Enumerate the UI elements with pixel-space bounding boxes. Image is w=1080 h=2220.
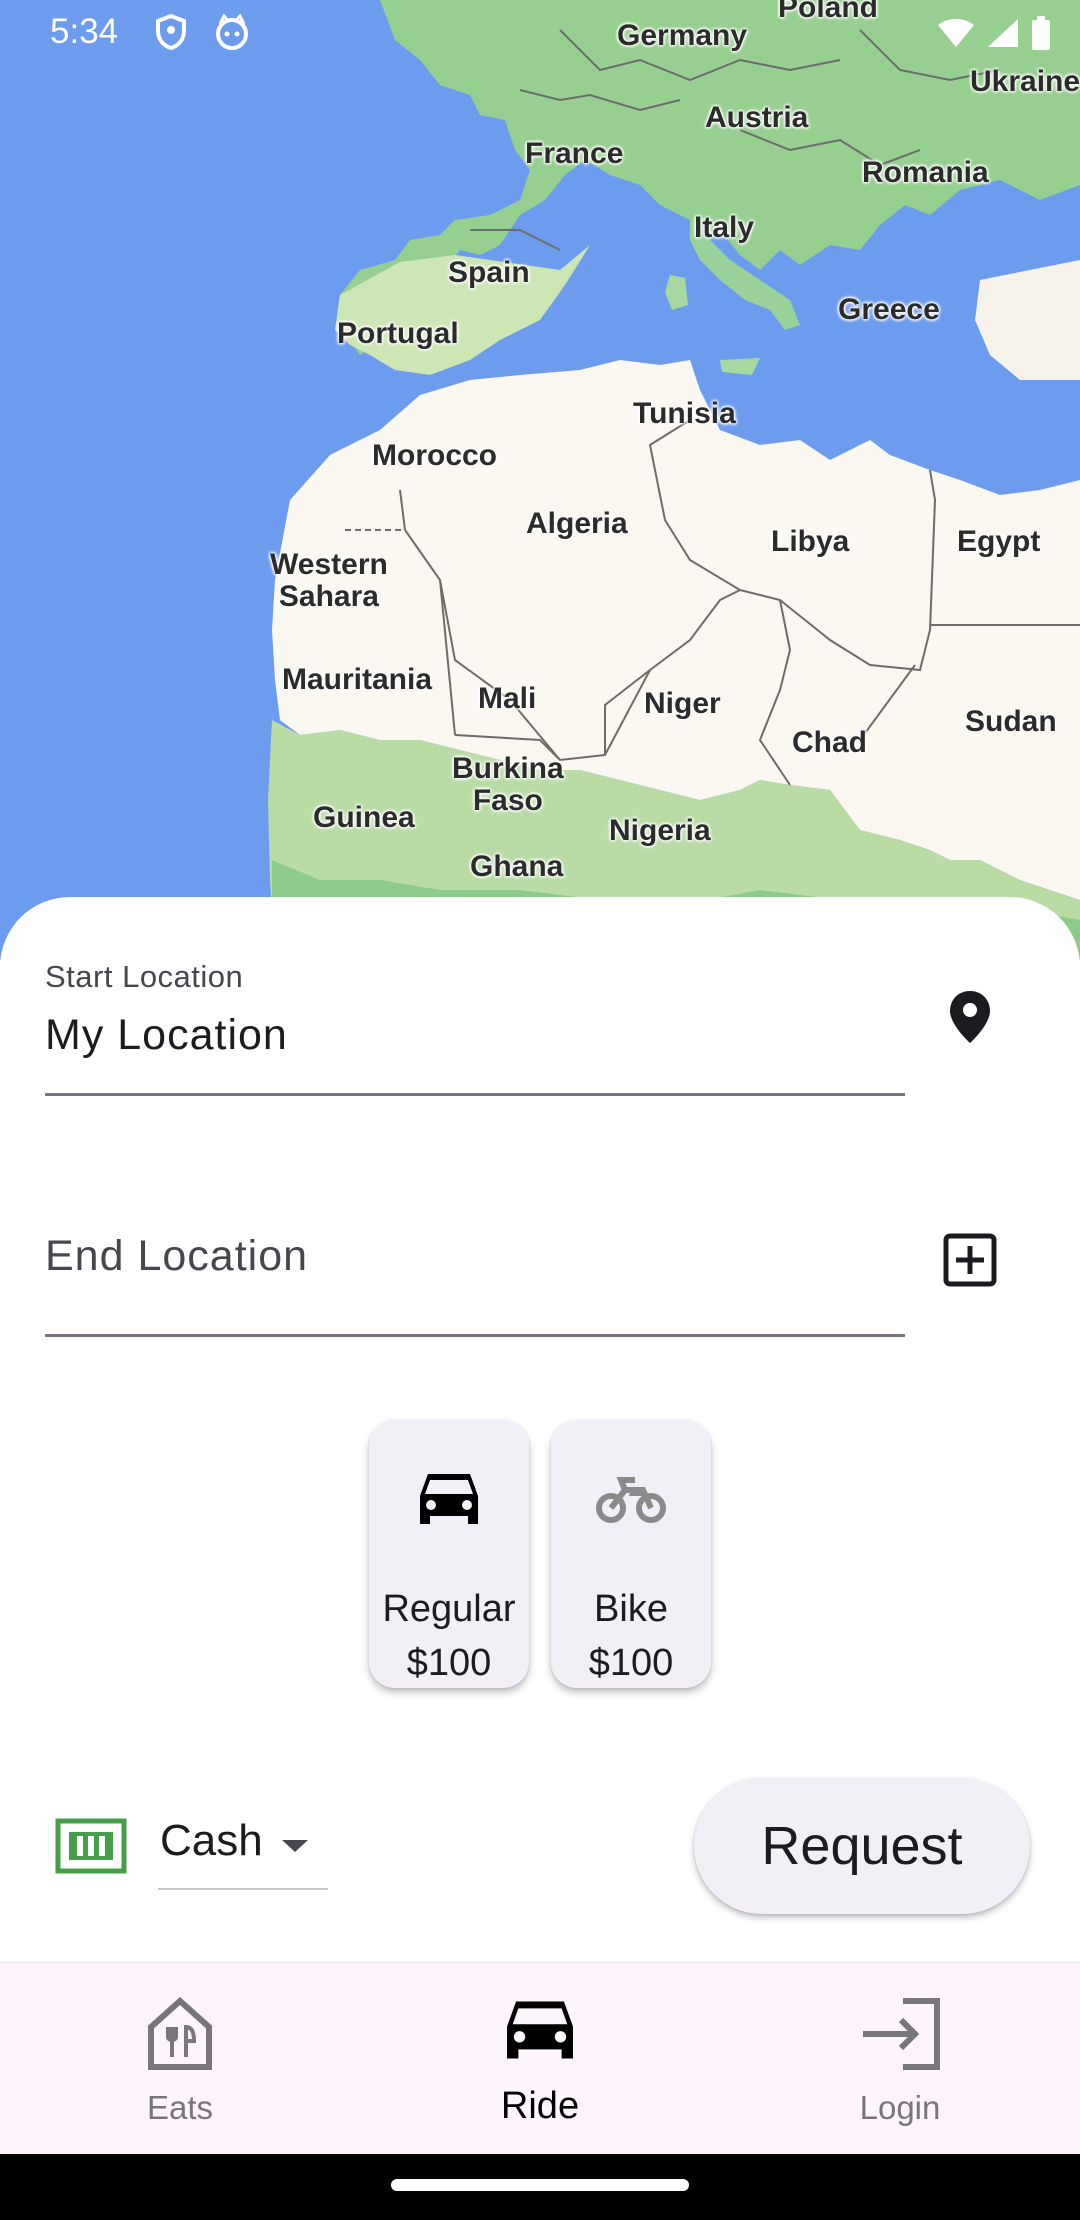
nav-item-login[interactable]: Login bbox=[720, 1963, 1080, 2155]
bottom-navigation: Eats Ride Login bbox=[0, 1962, 1080, 2154]
map-label-guinea: Guinea bbox=[313, 801, 415, 834]
start-location-field[interactable]: Start Location My Location bbox=[45, 955, 905, 1097]
map-label-chad: Chad bbox=[792, 726, 867, 759]
map-label-libya: Libya bbox=[771, 525, 850, 558]
add-box-icon[interactable] bbox=[940, 1230, 1000, 1290]
map-label-niger: Niger bbox=[644, 687, 721, 720]
map-label-austria: Austria bbox=[705, 101, 809, 134]
end-location-placeholder[interactable]: End Location bbox=[45, 1232, 308, 1281]
map-label-spain: Spain bbox=[448, 256, 530, 289]
battery-icon bbox=[1030, 16, 1052, 55]
nav-label-login: Login bbox=[859, 2089, 941, 2126]
shield-icon bbox=[155, 13, 187, 55]
map-label-italy: Italy bbox=[694, 211, 755, 244]
payment-method-value: Cash bbox=[160, 1816, 263, 1865]
system-navigation-bar bbox=[0, 2154, 1080, 2220]
status-bar: 5:34 bbox=[0, 0, 1080, 68]
ride-option-regular[interactable]: Regular $100 bbox=[369, 1420, 529, 1688]
cat-icon bbox=[214, 13, 250, 55]
map-label-morocco: Morocco bbox=[372, 439, 498, 472]
map-label-portugal: Portugal bbox=[337, 317, 459, 350]
nav-label-eats: Eats bbox=[146, 2089, 214, 2126]
login-icon bbox=[720, 1997, 1080, 2071]
ride-option-name: Bike bbox=[594, 1588, 668, 1630]
home-gesture-handle[interactable] bbox=[391, 2179, 689, 2191]
restaurant-home-icon bbox=[0, 1997, 360, 2071]
wifi-icon bbox=[936, 17, 976, 54]
request-button[interactable]: Request bbox=[694, 1778, 1030, 1914]
start-location-value[interactable]: My Location bbox=[45, 1011, 288, 1060]
map-label-nigeria: Nigeria bbox=[609, 814, 711, 847]
map-label-algeria: Algeria bbox=[526, 507, 628, 540]
caret-down-icon bbox=[280, 1838, 310, 1859]
ride-option-name: Regular bbox=[382, 1588, 516, 1630]
nav-label-ride: Ride bbox=[500, 2085, 580, 2127]
nav-item-eats[interactable]: Eats bbox=[0, 1963, 360, 2155]
status-icons bbox=[936, 16, 1052, 55]
map-label-romania: Romania bbox=[862, 156, 989, 189]
ride-option-price: $100 bbox=[406, 1642, 492, 1684]
map-view[interactable]: Poland Germany Ukraine Austria France Ro… bbox=[0, 0, 1080, 960]
map-label-western-sahara: Western Sahara bbox=[270, 548, 388, 613]
ride-option-bike[interactable]: Bike $100 bbox=[551, 1420, 711, 1688]
bike-icon bbox=[551, 1470, 711, 1528]
map-label-mali: Mali bbox=[478, 682, 537, 715]
map-label-mauritania: Mauritania bbox=[282, 663, 433, 696]
status-time: 5:34 bbox=[50, 12, 119, 51]
location-pin-icon[interactable] bbox=[940, 987, 1000, 1047]
car-icon bbox=[369, 1470, 529, 1528]
map-label-ukraine: Ukraine bbox=[970, 65, 1080, 98]
start-location-label: Start Location bbox=[45, 959, 244, 994]
signal-icon bbox=[986, 17, 1020, 54]
nav-item-ride[interactable]: Ride bbox=[360, 1963, 720, 2155]
map-label-ghana: Ghana bbox=[470, 850, 564, 883]
payment-method-dropdown[interactable]: Cash bbox=[158, 1810, 328, 1890]
end-location-field[interactable]: End Location bbox=[45, 1210, 905, 1340]
cash-icon bbox=[55, 1818, 127, 1874]
end-location-underline bbox=[45, 1334, 905, 1337]
map-label-egypt: Egypt bbox=[957, 525, 1041, 558]
car-icon bbox=[360, 1997, 720, 2063]
map-label-tunisia: Tunisia bbox=[633, 397, 736, 430]
start-location-underline bbox=[45, 1093, 905, 1096]
map-label-burkina-faso: Burkina Faso bbox=[452, 752, 564, 817]
map-label-france: France bbox=[525, 137, 624, 170]
ride-option-price: $100 bbox=[588, 1642, 674, 1684]
map-label-sudan: Sudan bbox=[965, 705, 1057, 738]
map-label-greece: Greece bbox=[838, 293, 940, 326]
